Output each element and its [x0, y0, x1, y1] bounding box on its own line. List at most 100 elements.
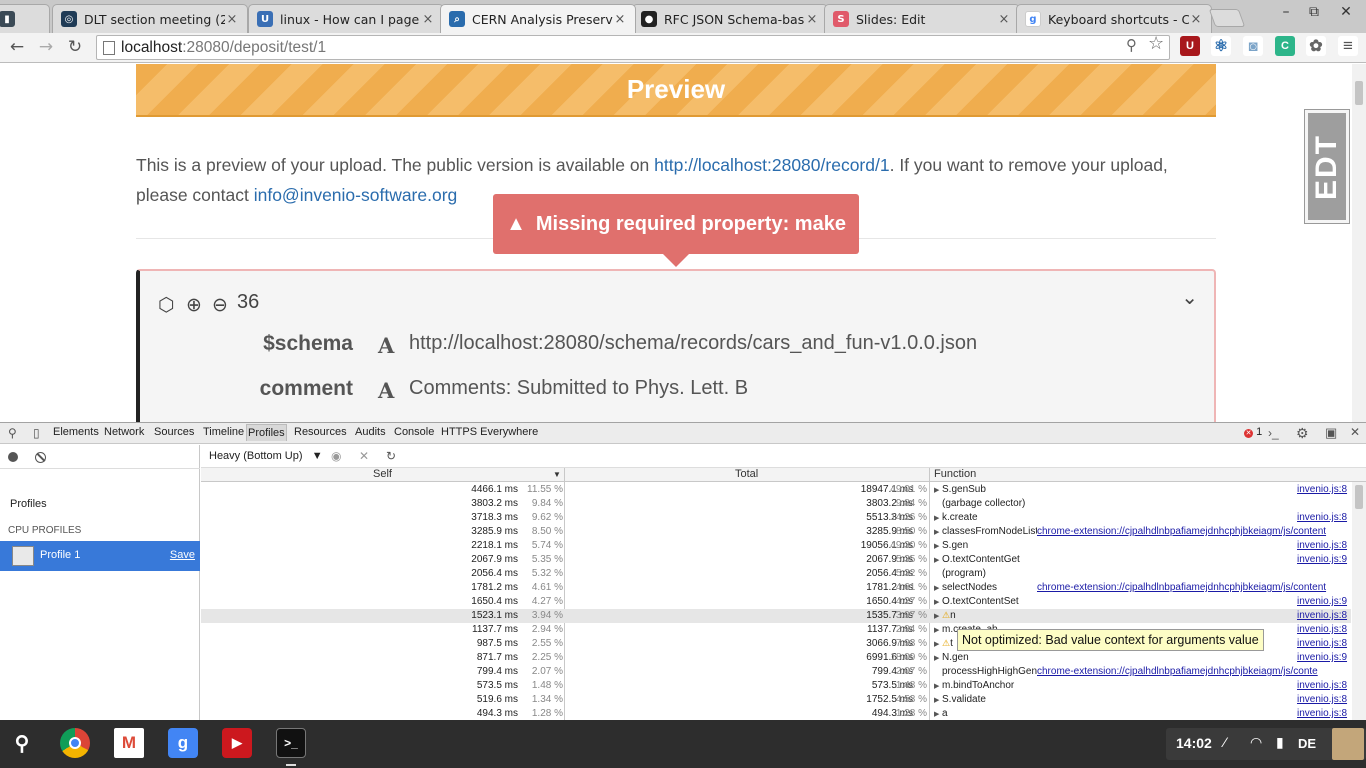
- expand-arrow-icon[interactable]: ▶: [934, 612, 942, 620]
- source-link[interactable]: invenio.js:9: [1297, 652, 1351, 663]
- remove-item-icon[interactable]: ⊖: [212, 294, 228, 316]
- chrome-icon[interactable]: [60, 728, 90, 758]
- expand-arrow-icon[interactable]: ▶: [934, 528, 942, 536]
- close-tab-icon[interactable]: ×: [1189, 12, 1203, 27]
- scrollbar-thumb[interactable]: [1355, 485, 1363, 509]
- contact-email-link[interactable]: info@invenio-software.org: [254, 185, 458, 205]
- gmail-icon[interactable]: M: [114, 728, 144, 758]
- expand-arrow-icon[interactable]: ▶: [934, 556, 942, 564]
- minimize-icon[interactable]: –: [1276, 4, 1296, 20]
- record-icon[interactable]: [8, 452, 18, 462]
- new-tab-button[interactable]: [1208, 9, 1246, 27]
- address-bar[interactable]: localhost:28080/deposit/test/1: [96, 35, 1170, 60]
- profiles-title[interactable]: Profiles: [10, 498, 47, 510]
- field-value[interactable]: http://localhost:28080/schema/records/ca…: [409, 332, 977, 355]
- close-tab-icon[interactable]: ×: [613, 12, 627, 27]
- tab-dlt-meeting[interactable]: ◎ DLT section meeting (2 J ×: [52, 4, 248, 33]
- devtools-tab-resources[interactable]: Resources: [294, 426, 347, 438]
- profile-row[interactable]: 519.6 ms 1.34 % 1752.5 ms 4.53 % ▶ S.validate…: [201, 693, 1351, 707]
- inspect-search-icon[interactable]: ⚲: [8, 426, 17, 440]
- profile-row[interactable]: 1781.2 ms 4.61 % 1781.2 ms 4.61 % ▶ selectNod…: [201, 581, 1351, 595]
- sync-extension-icon[interactable]: ✿: [1306, 36, 1326, 56]
- column-self[interactable]: Self: [373, 468, 392, 480]
- source-link[interactable]: invenio.js:8: [1297, 708, 1351, 719]
- tab-pinned-spectrum[interactable]: ▮: [0, 4, 50, 33]
- source-link[interactable]: invenio.js:8: [1297, 694, 1351, 705]
- console-drawer-icon[interactable]: ›_: [1268, 426, 1279, 440]
- profile-row[interactable]: 494.3 ms 1.28 % 494.3 ms 1.28 % ▶ a invenio.js…: [201, 707, 1351, 721]
- c-extension-icon[interactable]: C: [1275, 36, 1295, 56]
- error-counter[interactable]: ✕ 1: [1244, 426, 1262, 438]
- bookmark-star-icon[interactable]: ☆: [1148, 33, 1164, 54]
- public-record-link[interactable]: http://localhost:28080/record/1: [654, 155, 889, 175]
- tab-cern-analysis[interactable]: ⌕ CERN Analysis Preserva ×: [440, 4, 636, 33]
- profile-row[interactable]: 3803.2 ms 9.84 % 3803.2 ms 9.84 % (garbage c…: [201, 497, 1351, 511]
- profile-row[interactable]: 1523.1 ms 3.94 % 1535.7 ms 3.97 % ▶ ⚠n invenio…: [201, 609, 1351, 623]
- source-link[interactable]: invenio.js:8: [1297, 680, 1351, 691]
- tab-rfc-json-schema[interactable]: ● RFC JSON Schema-base ×: [632, 4, 828, 33]
- dock-side-icon[interactable]: ▣: [1325, 425, 1337, 441]
- tab-slides-edit[interactable]: S Slides: Edit ×: [824, 4, 1020, 33]
- column-function[interactable]: Function: [934, 468, 976, 480]
- network-extension-icon[interactable]: ⚛: [1211, 36, 1231, 56]
- zoom-icon[interactable]: ⚲: [1126, 36, 1137, 54]
- source-link[interactable]: invenio.js:8: [1297, 624, 1351, 635]
- profile-row[interactable]: 573.5 ms 1.48 % 573.5 ms 1.48 % ▶ m.bindToAnc…: [201, 679, 1351, 693]
- source-link[interactable]: invenio.js:8: [1297, 512, 1351, 523]
- focus-eye-icon[interactable]: ◉: [331, 449, 341, 463]
- profile-row[interactable]: 799.4 ms 2.07 % 799.4 ms 2.07 % processHighH…: [201, 665, 1351, 679]
- expand-arrow-icon[interactable]: ▶: [934, 654, 942, 662]
- expand-arrow-icon[interactable]: ▶: [934, 514, 942, 522]
- source-link[interactable]: invenio.js:8: [1297, 484, 1351, 495]
- profile-row[interactable]: 1650.4 ms 4.27 % 1650.4 ms 4.27 % ▶ O.textCon…: [201, 595, 1351, 609]
- devtools-tab-elements[interactable]: Elements: [53, 426, 99, 438]
- source-link[interactable]: invenio.js:8: [1297, 638, 1351, 649]
- expand-arrow-icon[interactable]: ▶: [934, 598, 942, 606]
- back-icon[interactable]: ←: [6, 36, 28, 58]
- column-total[interactable]: Total: [735, 468, 758, 480]
- expand-arrow-icon[interactable]: ▶: [934, 486, 942, 494]
- tab-linux-page-up[interactable]: U linux - How can I page up ×: [248, 4, 444, 33]
- close-window-icon[interactable]: ✕: [1336, 4, 1356, 20]
- profile-item[interactable]: Profile 1 Save: [0, 541, 200, 571]
- deopt-warning-icon[interactable]: ⚠: [942, 638, 950, 648]
- settings-gear-icon[interactable]: ⚙: [1296, 425, 1309, 442]
- expand-arrow-icon[interactable]: ▶: [934, 640, 942, 648]
- source-link[interactable]: invenio.js:8: [1297, 540, 1351, 551]
- profile-row[interactable]: 3285.9 ms 8.50 % 3285.9 ms 8.50 % ▶ classesFr…: [201, 525, 1351, 539]
- devtools-tab-audits[interactable]: Audits: [355, 426, 386, 438]
- devtools-tab-timeline[interactable]: Timeline: [203, 426, 244, 438]
- page-scrollbar[interactable]: [1352, 64, 1366, 422]
- expand-arrow-icon[interactable]: ▶: [934, 584, 942, 592]
- camera-icon[interactable]: ◙: [1243, 36, 1263, 56]
- devtools-tab-https-everywhere[interactable]: HTTPS Everywhere: [441, 426, 538, 438]
- close-tab-icon[interactable]: ×: [997, 12, 1011, 27]
- forward-icon[interactable]: →: [35, 36, 57, 58]
- devtools-tab-sources[interactable]: Sources: [154, 426, 194, 438]
- extension-source-link[interactable]: chrome-extension://cjpalhdlnbpafiamejdnh…: [1037, 582, 1351, 593]
- extension-source-link[interactable]: chrome-extension://cjpalhdlnbpafiamejdnh…: [1037, 666, 1351, 677]
- profile-scrollbar[interactable]: [1352, 482, 1366, 720]
- close-tab-icon[interactable]: ×: [225, 12, 239, 27]
- edt-side-panel[interactable]: EDT: [1304, 109, 1350, 224]
- device-mode-icon[interactable]: ▯: [33, 426, 40, 440]
- close-devtools-icon[interactable]: ✕: [1350, 425, 1360, 439]
- clear-profiles-icon[interactable]: [35, 452, 46, 463]
- status-tray[interactable]: 14:02 ⁄ ◠ ▮ DE: [1166, 728, 1366, 760]
- devtools-tab-network[interactable]: Network: [104, 426, 144, 438]
- youtube-icon[interactable]: ▶: [222, 728, 252, 758]
- restore-icon[interactable]: ↻: [386, 449, 396, 463]
- source-link[interactable]: invenio.js:8: [1297, 610, 1351, 621]
- devtools-tab-console[interactable]: Console: [394, 426, 434, 438]
- exclude-icon[interactable]: ✕: [359, 449, 369, 463]
- add-item-icon[interactable]: ⊕: [186, 294, 202, 316]
- deopt-warning-icon[interactable]: ⚠: [942, 610, 950, 620]
- tab-keyboard-shortcuts[interactable]: g Keyboard shortcuts - Chr ×: [1016, 4, 1212, 33]
- profile-row[interactable]: 2218.1 ms 5.74 % 19056.1 ms 49.30 % ▶ S.gen in…: [201, 539, 1351, 553]
- scrollbar-thumb[interactable]: [1355, 81, 1363, 105]
- source-link[interactable]: invenio.js:9: [1297, 554, 1351, 565]
- ublock-icon[interactable]: U: [1180, 36, 1200, 56]
- devtools-tab-profiles[interactable]: Profiles: [246, 424, 287, 441]
- expand-arrow-icon[interactable]: ▶: [934, 696, 942, 704]
- profile-row[interactable]: 2056.4 ms 5.32 % 2056.4 ms 5.32 % (program): [201, 567, 1351, 581]
